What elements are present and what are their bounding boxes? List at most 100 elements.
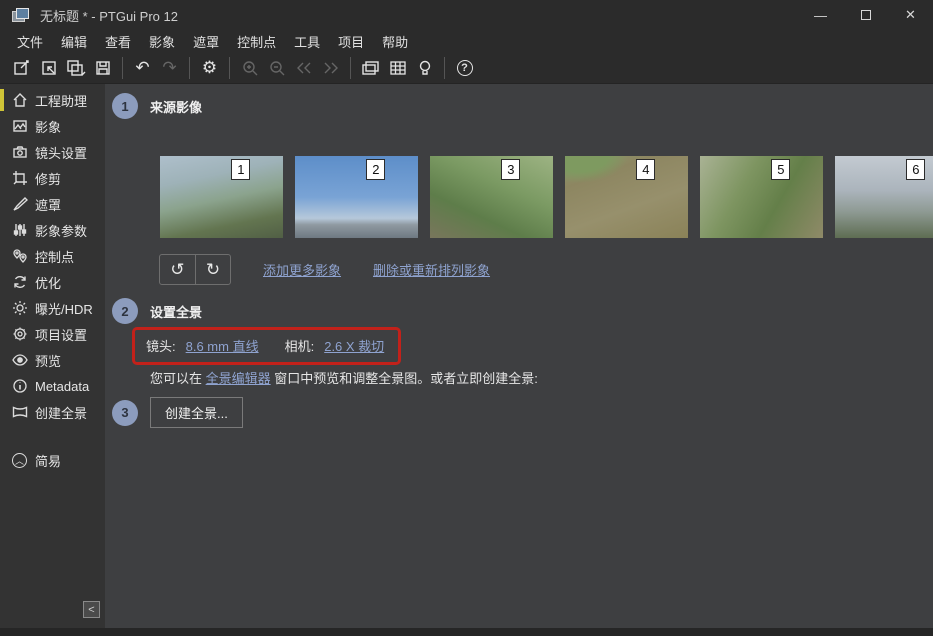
sidebar-item-label: 工程助理 [35,91,87,110]
menu-file[interactable]: 文件 [8,30,52,53]
image-number-badge: 4 [636,159,655,180]
camera-label: 相机: [285,336,315,355]
step1-title: 来源影像 [150,97,202,116]
title-bar: 无标题 * - PTGui Pro 12 — ✕ [0,0,933,30]
menu-edit[interactable]: 编辑 [52,30,96,53]
remove-rearrange-images-link[interactable]: 删除或重新排列影象 [373,260,490,279]
sidebar-item-label: 遮罩 [35,195,61,214]
camera-icon [11,144,28,160]
close-button[interactable]: ✕ [888,0,933,30]
sidebar-item-label: 项目设置 [35,325,87,344]
sidebar-item-label: 曝光/HDR [35,299,93,318]
toolbar-separator [350,57,351,79]
zoom-in-icon [236,55,263,81]
open-project-icon[interactable] [35,55,62,81]
sidebar-item-label: 影象参数 [35,221,87,240]
panorama-hint-text: 您可以在 全景编辑器 窗口中预览和调整全景图。或者立即创建全景: [150,368,933,387]
save-project-icon[interactable] [89,55,116,81]
help-icon[interactable]: ? [451,55,478,81]
add-images-icon[interactable] [62,55,89,81]
undo-icon[interactable]: ↶ [129,55,156,81]
sidebar: 工程助理 影象 镜头设置 修剪 遮罩 影象参数 [0,84,105,628]
sidebar-item-label: 影象 [35,117,61,136]
menu-images[interactable]: 影象 [140,30,184,53]
step1-number-badge: 1 [112,93,138,119]
toolbar: ↶ ↷ ⚙ ? [0,53,933,84]
hint-text-before: 您可以在 [150,371,206,386]
toolbar-separator [444,57,445,79]
source-image-thumbnail[interactable]: 5 [700,156,823,238]
step2-number-badge: 2 [112,298,138,324]
sidebar-item-control-points[interactable]: 控制点 [0,243,105,269]
menu-control-points[interactable]: 控制点 [228,30,285,53]
sidebar-item-optimizer[interactable]: 优化 [0,269,105,295]
camera-crop-link[interactable]: 2.6 X 裁切 [324,336,384,355]
rotate-cw-button[interactable]: ↻ [195,255,230,284]
menu-tools[interactable]: 工具 [285,30,329,53]
sidebar-item-label: 简易 [35,451,61,470]
menu-project[interactable]: 项目 [329,30,373,53]
sidebar-item-lens-settings[interactable]: 镜头设置 [0,139,105,165]
window-title: 无标题 * - PTGui Pro 12 [40,6,178,25]
chevron-up-circle-icon: ︿ [11,453,28,468]
sun-icon [11,300,28,316]
previous-image-icon [290,55,317,81]
image-number-badge: 2 [366,159,385,180]
info-icon [11,378,28,394]
source-image-thumbnail[interactable]: 6 [835,156,933,238]
maximize-button[interactable] [843,0,888,30]
sidebar-item-label: 修剪 [35,169,61,188]
project-assistant-panel: 1 来源影像 1 2 3 4 5 6 ↺ ↻ 添加更多影象 删除或重新排列影象 [105,84,933,628]
source-image-thumbnail[interactable]: 2 [295,156,418,238]
crop-icon [11,170,28,186]
sidebar-item-preview[interactable]: 预览 [0,347,105,373]
settings-gear-icon[interactable]: ⚙ [196,55,223,81]
map-pins-icon [11,248,28,264]
rotate-ccw-button[interactable]: ↺ [160,255,195,284]
home-icon [11,92,28,108]
light-bulb-icon[interactable] [411,55,438,81]
menu-help[interactable]: 帮助 [373,30,417,53]
zoom-out-icon [263,55,290,81]
add-more-images-link[interactable]: 添加更多影象 [263,260,341,279]
panorama-editor-link[interactable]: 全景编辑器 [206,371,271,386]
source-image-thumbnail[interactable]: 1 [160,156,283,238]
sidebar-item-images[interactable]: 影象 [0,113,105,139]
source-image-thumbnail[interactable]: 3 [430,156,553,238]
detail-viewer-grid-icon[interactable] [384,55,411,81]
lens-settings-link[interactable]: 8.6 mm 直线 [186,336,259,355]
rotate-button-group: ↺ ↻ [159,254,231,285]
sidebar-collapse-button[interactable]: < [83,601,100,618]
sidebar-item-project-settings[interactable]: 项目设置 [0,321,105,347]
image-number-badge: 1 [231,159,250,180]
refresh-icon [11,274,28,290]
new-project-icon[interactable] [8,55,35,81]
step2-title: 设置全景 [150,302,202,321]
sidebar-item-label: 优化 [35,273,61,292]
ptgui-window: 无标题 * - PTGui Pro 12 — ✕ 文件 编辑 查看 影象 遮罩 … [0,0,933,636]
brush-icon [11,196,28,212]
panorama-editor-icon[interactable] [357,55,384,81]
source-image-thumbnail[interactable]: 4 [565,156,688,238]
toolbar-separator [122,57,123,79]
menu-mask[interactable]: 遮罩 [184,30,228,53]
menu-view[interactable]: 查看 [96,30,140,53]
maximize-icon [861,10,871,20]
sidebar-item-project-assistant[interactable]: 工程助理 [0,87,105,113]
sidebar-item-metadata[interactable]: Metadata [0,373,105,399]
create-panorama-button[interactable]: 创建全景... [150,397,243,428]
sidebar-item-exposure-hdr[interactable]: 曝光/HDR [0,295,105,321]
minimize-button[interactable]: — [798,0,843,30]
lens-label: 镜头: [146,336,176,355]
sidebar-item-image-parameters[interactable]: 影象参数 [0,217,105,243]
bottom-strip [0,628,933,636]
sidebar-item-simple-mode[interactable]: ︿ 简易 [0,447,105,473]
sidebar-item-crop[interactable]: 修剪 [0,165,105,191]
step2-header: 2 设置全景 [112,298,933,324]
sidebar-item-label: 镜头设置 [35,143,87,162]
sidebar-item-create-panorama[interactable]: 创建全景 [0,399,105,425]
step1-header: 1 来源影像 [112,93,933,119]
panorama-icon [11,404,28,420]
sidebar-item-mask[interactable]: 遮罩 [0,191,105,217]
image-number-badge: 3 [501,159,520,180]
